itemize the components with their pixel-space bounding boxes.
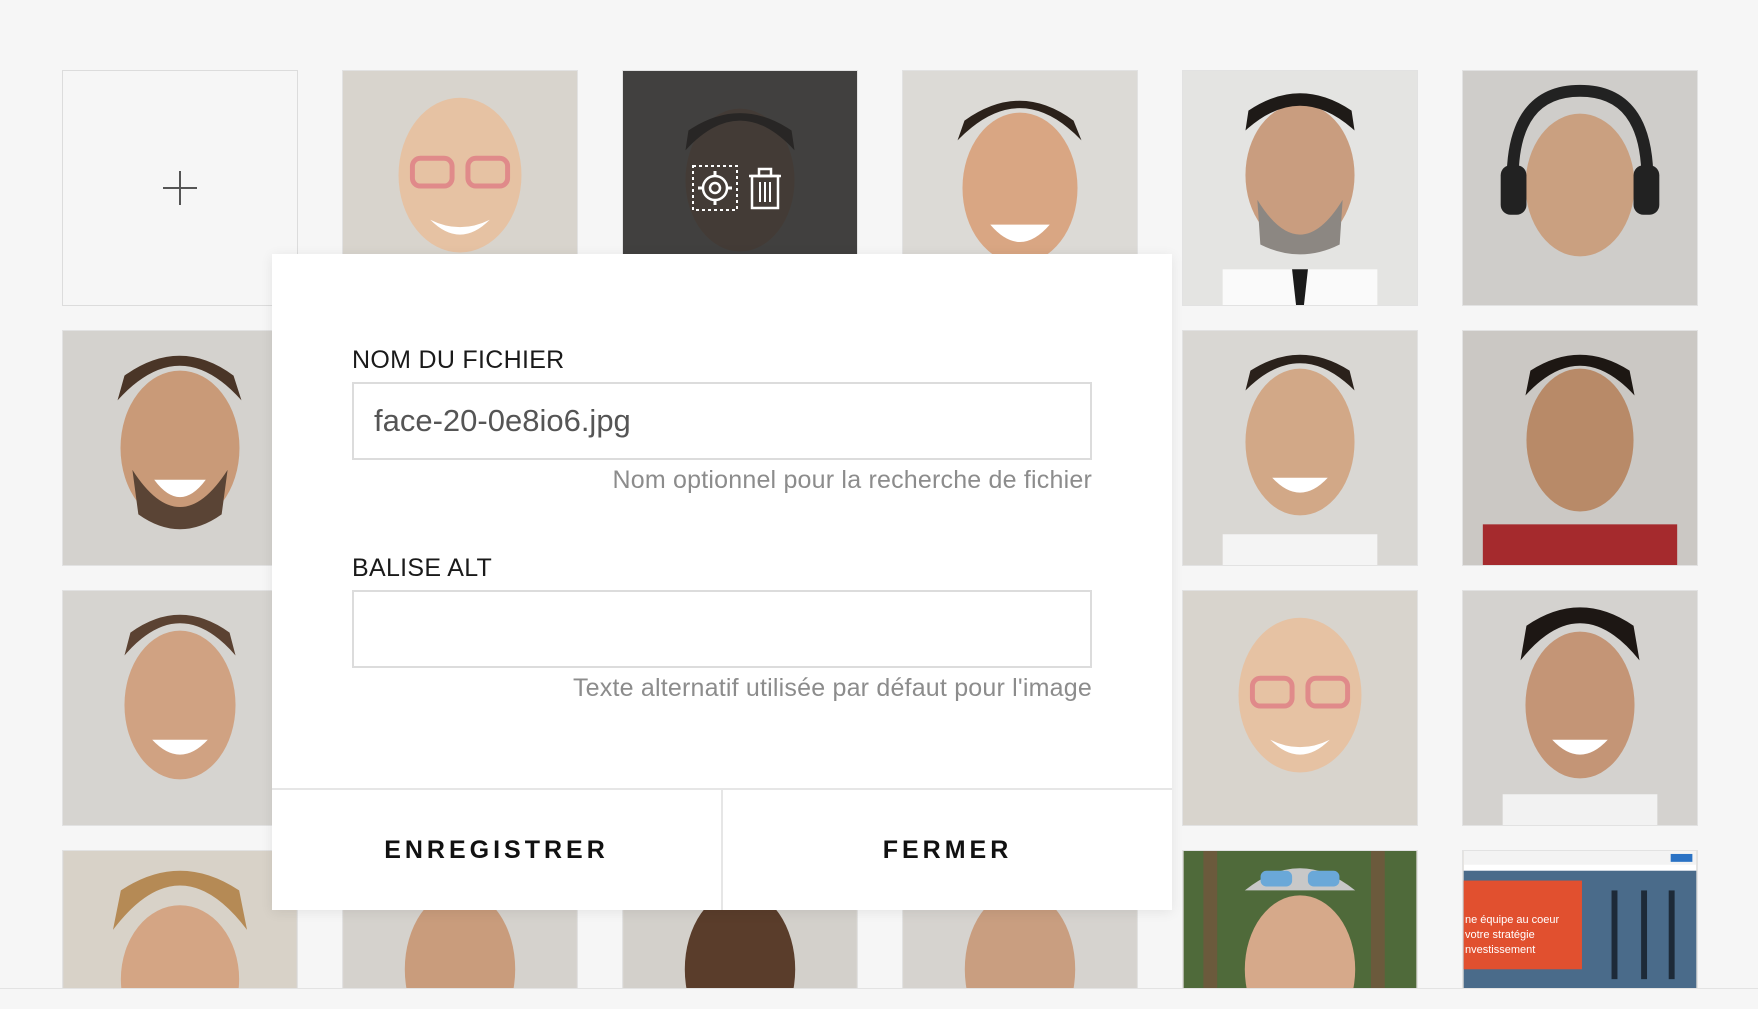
photo-smiling-man-dark-hair (1463, 331, 1697, 565)
trash-icon[interactable] (741, 164, 789, 212)
plus-icon (163, 171, 197, 205)
filename-label: NOM DU FICHIER (352, 346, 565, 374)
image-settings-modal: NOM DU FICHIER Nom optionnel pour la rec… (272, 254, 1172, 910)
website-thumb-line: ne équipe au coeur (1465, 914, 1560, 926)
gear-icon[interactable] (691, 164, 739, 212)
gallery-photo[interactable] (1182, 850, 1418, 990)
bottom-bar (0, 988, 1758, 1009)
gallery-photo[interactable] (62, 590, 298, 826)
website-thumb-line: nvestissement (1465, 944, 1536, 956)
filename-help-text: Nom optionnel pour la recherche de fichi… (612, 466, 1092, 494)
website-thumb-text: ne équipe au coeur votre stratégie nvest… (1465, 913, 1559, 958)
alt-input[interactable] (352, 590, 1092, 668)
save-button[interactable]: ENREGISTRER (272, 790, 721, 910)
alt-help-text: Texte alternatif utilisée par défaut pou… (572, 674, 1092, 702)
photo-smiling-man (1183, 331, 1417, 565)
gallery-photo[interactable] (1462, 330, 1698, 566)
photo-man-grey-beard (1183, 71, 1417, 305)
gallery-photo[interactable] (1462, 590, 1698, 826)
gallery-photo[interactable] (1182, 70, 1418, 306)
gallery-photo[interactable] (1182, 330, 1418, 566)
photo-bald-man-glasses (1183, 591, 1417, 825)
gallery-photo[interactable] (62, 850, 298, 990)
filename-input[interactable] (352, 382, 1092, 460)
photo-smiling-man (63, 591, 297, 825)
photo-smiling-curly-man (1463, 591, 1697, 825)
gallery-photo[interactable] (62, 330, 298, 566)
modal-footer: ENREGISTRER FERMER (272, 788, 1172, 910)
alt-label: BALISE ALT (352, 554, 493, 582)
add-image-tile[interactable] (62, 70, 298, 306)
photo-website-screenshot: ne équipe au coeur votre stratégie nvest… (1463, 851, 1697, 989)
photo-man-headphones (1463, 71, 1697, 305)
close-button[interactable]: FERMER (721, 790, 1172, 910)
photo-laughing-bearded-man (63, 331, 297, 565)
gallery-photo[interactable] (1182, 590, 1418, 826)
gallery-photo[interactable] (1462, 70, 1698, 306)
website-thumb-line: votre stratégie (1465, 929, 1535, 941)
photo-man-blond-hair (63, 851, 297, 989)
gallery-photo-website[interactable]: ne équipe au coeur votre stratégie nvest… (1462, 850, 1698, 990)
photo-man-sunglasses-on-head (1183, 851, 1417, 989)
